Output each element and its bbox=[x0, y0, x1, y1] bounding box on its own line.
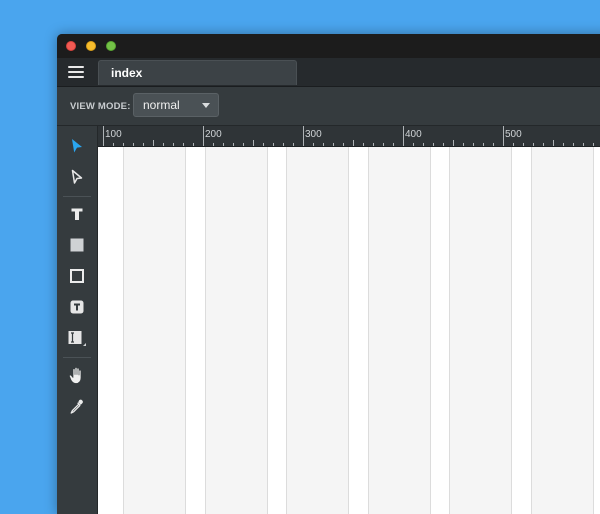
app-window: index VIEW MODE: normal 100 200 300 400 … bbox=[57, 34, 600, 514]
hand-icon bbox=[69, 366, 82, 384]
text-box-tool[interactable] bbox=[66, 296, 88, 318]
ruler-ticks bbox=[103, 126, 594, 146]
grid-column bbox=[531, 147, 594, 514]
chevron-down-icon bbox=[202, 103, 210, 108]
ruler-label-400: 400 bbox=[405, 129, 422, 140]
minimize-window-button[interactable] bbox=[86, 41, 96, 51]
tab-index[interactable]: index bbox=[98, 60, 297, 85]
ruler-label-500: 500 bbox=[505, 129, 522, 140]
filled-rectangle-icon bbox=[70, 238, 84, 252]
direct-select-tool[interactable] bbox=[66, 166, 88, 188]
tab-bar: index bbox=[57, 58, 600, 87]
grid-column bbox=[123, 147, 186, 514]
text-box-icon bbox=[70, 300, 84, 314]
ruler-label-100: 100 bbox=[105, 129, 122, 140]
maximize-window-button[interactable] bbox=[106, 41, 116, 51]
filled-rectangle-tool[interactable] bbox=[66, 234, 88, 256]
outline-rectangle-icon bbox=[70, 269, 84, 283]
title-bar bbox=[57, 34, 600, 58]
grid-column bbox=[368, 147, 431, 514]
ruler-label-300: 300 bbox=[305, 129, 322, 140]
grid-column bbox=[286, 147, 349, 514]
text-tool[interactable] bbox=[66, 203, 88, 225]
select-tool[interactable] bbox=[66, 135, 88, 157]
design-canvas[interactable] bbox=[98, 147, 600, 514]
grid-column bbox=[205, 147, 268, 514]
view-mode-label: VIEW MODE: bbox=[70, 101, 131, 112]
grid-column bbox=[449, 147, 512, 514]
input-field-tool[interactable] bbox=[66, 327, 88, 349]
ruler-label-200: 200 bbox=[205, 129, 222, 140]
tool-panel bbox=[57, 126, 98, 514]
tool-divider bbox=[63, 357, 91, 358]
input-field-icon bbox=[68, 331, 86, 346]
outline-rectangle-tool[interactable] bbox=[66, 265, 88, 287]
view-mode-value: normal bbox=[143, 98, 180, 112]
close-window-button[interactable] bbox=[66, 41, 76, 51]
menu-icon[interactable] bbox=[68, 66, 84, 78]
tool-divider bbox=[63, 196, 91, 197]
eyedropper-icon bbox=[70, 399, 83, 414]
hand-tool[interactable] bbox=[66, 364, 88, 386]
toolbar: VIEW MODE: normal bbox=[57, 87, 600, 126]
arrow-pointer-icon bbox=[72, 139, 82, 153]
hollow-arrow-icon bbox=[71, 169, 83, 184]
horizontal-ruler: 100 200 300 400 500 bbox=[98, 126, 600, 147]
eyedropper-tool[interactable] bbox=[66, 395, 88, 417]
view-mode-select[interactable]: normal bbox=[133, 93, 219, 117]
text-icon bbox=[71, 208, 83, 220]
